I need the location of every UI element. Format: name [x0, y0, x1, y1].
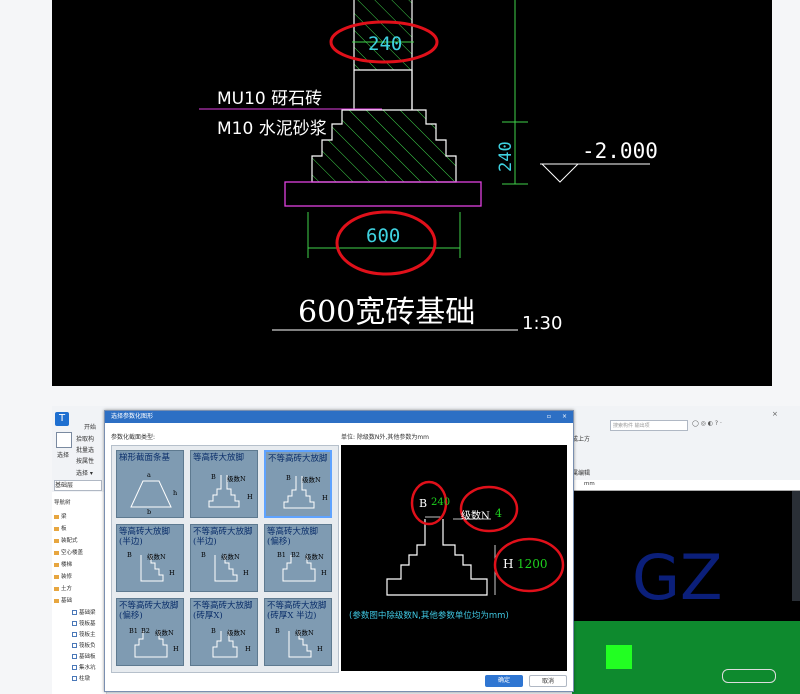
tool-batch[interactable]: 批量选 [76, 445, 94, 454]
folder-icon [54, 574, 59, 579]
cancel-button[interactable]: 取消 [529, 675, 567, 687]
preview-footing-outline [386, 519, 488, 596]
app-logo-icon: T [55, 412, 69, 426]
thumb-unequal-footing-selected[interactable]: 不等高砖大放脚 B 级数N H [264, 450, 332, 518]
tab-start[interactable]: 开始 [84, 422, 96, 431]
leaf-icon [72, 621, 77, 626]
nav-sub-6[interactable]: 集水坑 [79, 665, 96, 671]
nav-sub-5[interactable]: 基础板 [79, 654, 96, 660]
shape-preview-pane: B 240 级数N 4 H 1200 (参数图中除级数N,其他参数单位均为mm) [341, 445, 567, 671]
ribbon-right-label: 成上方 [572, 436, 591, 443]
nav-sub-3[interactable]: 筏板主 [79, 632, 96, 638]
brick-footing [311, 69, 457, 183]
preview-b-label: B [419, 497, 428, 510]
preview-n-label: 级数N [461, 511, 490, 522]
tool-by-attr[interactable]: 按属性 [76, 456, 94, 465]
preview-b-value: 240 [431, 497, 451, 508]
nav-item-earth[interactable]: 土方 [61, 586, 72, 592]
model-viewport[interactable]: GZ [572, 491, 800, 694]
thumb-unequal-offset[interactable]: 不等高砖大放脚(偏移) B1 B2 级数N H [116, 598, 184, 666]
nav-title: 导航树 [54, 500, 71, 506]
thumb-unequal-brick-x[interactable]: 不等高砖大放脚(砖厚X) B 级数N H [190, 598, 258, 666]
leaf-icon [72, 654, 77, 659]
thumb-unequal-half[interactable]: 不等高砖大放脚(半边) B 级数N H [190, 524, 258, 592]
select-dropdown[interactable]: 选择 ▾ [76, 468, 93, 477]
concrete-base [284, 181, 482, 207]
leaf-icon [72, 643, 77, 648]
viewport-watermark: GZ [632, 541, 723, 614]
viewport-side-toolbar[interactable] [792, 491, 800, 601]
folder-icon [54, 526, 59, 531]
nav-tree-panel: 导航树 梁 板 装配式 空心楼盖 楼梯 装修 土方 基础 基础梁 筏板基 筏板主… [52, 492, 107, 694]
window-controls-icons[interactable]: ◯ ◎ ◐ ? · [692, 420, 722, 427]
wall-dim-text: 240 [368, 33, 402, 55]
ribbon-edit-label: 属编辑 [572, 470, 591, 477]
dialog-close-icon[interactable]: × [562, 411, 567, 423]
unit-label: mm [584, 481, 595, 487]
leaf-icon [72, 610, 77, 615]
dialog-title-bar: 选择参数化图形 ▫ × [105, 411, 573, 423]
type-label: 参数化截面类型: [111, 434, 156, 441]
nav-sub-2[interactable]: 筏板基 [79, 621, 96, 627]
thumb-equal-offset[interactable]: 等高砖大放脚(偏移) B1 B2 级数N H [264, 524, 332, 592]
shape-thumbnail-grid: 梯形截面条基 a h b 等高砖大放脚 B 级数N H 不等高砖大放脚 B 级数… [111, 445, 339, 673]
floor-select[interactable]: 基础层 [54, 480, 102, 491]
nav-item-finish[interactable]: 装修 [61, 574, 72, 580]
footing-dim-text: 240 [496, 141, 516, 172]
elevation-text: -2.000 [582, 139, 658, 163]
nav-item-hollow[interactable]: 空心楼盖 [61, 550, 83, 556]
nav-item-beam[interactable]: 梁 [61, 514, 67, 520]
leaf-icon [72, 676, 77, 681]
nav-sub-7[interactable]: 柱墩 [79, 676, 90, 682]
viewport-toolbar: mm [572, 480, 800, 491]
material-label-1: MU10 砑石砖 [217, 89, 322, 109]
folder-icon [54, 514, 59, 519]
nav-item-slab[interactable]: 板 [61, 526, 67, 532]
folder-icon [54, 586, 59, 591]
thumb-equal-half[interactable]: 等高砖大放脚(半边) B 级数N H [116, 524, 184, 592]
nav-item-stairs[interactable]: 楼梯 [61, 562, 72, 568]
drawing-scale: 1:30 [522, 313, 562, 334]
folder-icon [54, 562, 59, 567]
dialog-title: 选择参数化图形 [111, 413, 154, 420]
select-tool-label[interactable]: 选择 [57, 450, 69, 459]
close-icon[interactable]: × [772, 410, 778, 418]
nav-item-prefab[interactable]: 装配式 [61, 538, 78, 544]
folder-icon [54, 598, 59, 603]
ok-button[interactable]: 确定 [485, 675, 523, 687]
nav-sub-4[interactable]: 筏板负 [79, 643, 96, 649]
width-dim-text: 600 [366, 225, 400, 247]
nav-sub-1[interactable]: 基础梁 [79, 610, 96, 616]
leaf-icon [72, 632, 77, 637]
unit-note: 单位: 除级数N外,其他参数为mm [341, 434, 430, 441]
nav-item-foundation[interactable]: 基础 [61, 598, 72, 604]
cad-drawing-canvas: 240 MU10 砑石砖 M10 水泥砂浆 240 -2.000 600 600… [52, 0, 772, 386]
thumb-unequal-brick-x-half[interactable]: 不等高砖大放脚(砖厚X 半边) B 级数N H [264, 598, 332, 666]
thumb-equal-footing[interactable]: 等高砖大放脚 B 级数N H [190, 450, 258, 518]
preview-h-value: 1200 [517, 557, 548, 571]
folder-icon [54, 538, 59, 543]
material-label-2: M10 水泥砂浆 [217, 119, 327, 139]
drawing-caption: 600宽砖基础 [298, 295, 475, 330]
search-input[interactable]: 搜索构件 输出项 [610, 420, 688, 431]
parametric-shape-dialog: 选择参数化图形 ▫ × 参数化截面类型: 单位: 除级数N外,其他参数为mm 梯… [104, 410, 574, 692]
preview-note: (参数图中除级数N,其他参数单位均为mm) [349, 611, 509, 621]
tool-pick[interactable]: 拾取构 [76, 434, 94, 443]
maximize-icon[interactable]: ▫ [547, 411, 551, 423]
folder-icon [54, 550, 59, 555]
viewport-shape [722, 669, 776, 683]
cad-drawing: 240 MU10 砑石砖 M10 水泥砂浆 240 -2.000 600 600… [199, 0, 658, 334]
preview-n-value: 4 [495, 507, 502, 520]
thumb-trapezoid-strip[interactable]: 梯形截面条基 a h b [116, 450, 184, 518]
select-tool-icon[interactable] [56, 432, 72, 448]
viewport-column-marker [606, 645, 632, 669]
leaf-icon [72, 665, 77, 670]
preview-h-label: H [503, 557, 514, 571]
